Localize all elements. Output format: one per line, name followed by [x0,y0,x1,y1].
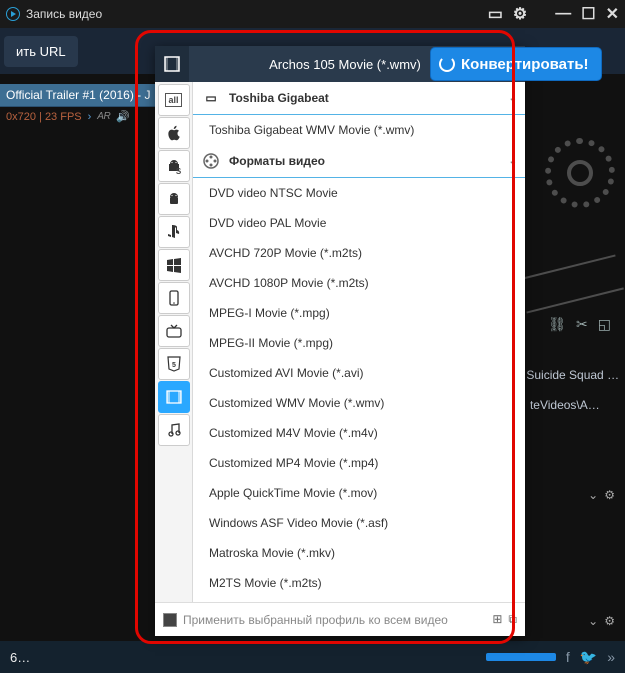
apply-all-checkbox[interactable] [163,613,177,627]
queue-item-meta: 0x720 | 23 FPS › AR 🔊 [0,107,170,126]
bg-video-label: ео [511,595,621,609]
bottom-bar: 6… f 🐦 » [0,641,625,673]
list-item[interactable]: MPEG-II Movie (*.mpg) [193,328,525,358]
tool-icon-1[interactable]: ▭ [488,4,503,24]
list-item[interactable]: M2TS Movie (*.m2ts) [193,568,525,598]
list-item[interactable]: Toshiba Gigabeat WMV Movie (*.wmv) [193,115,525,145]
facebook-icon[interactable]: f [566,649,570,665]
rail-windows-icon[interactable] [158,249,190,281]
chevron-down-icon: ⌄ [509,156,517,167]
group-toshiba[interactable]: ▭ Toshiba Gigabeat ⌄ [193,82,525,115]
cut-icon[interactable]: ✂ [576,316,588,333]
twitter-icon[interactable]: 🐦 [580,649,597,666]
bg-path-row[interactable]: 📁teVideos\A… [511,398,621,412]
list-item[interactable]: MPEG-I Movie (*.mpg) [193,298,525,328]
rail-html5-icon[interactable]: 5 [158,348,190,380]
window-titlebar: Запись видео ▭ ⚙ — ☐ ✕ [0,0,625,28]
list-item[interactable]: DVD video NTSC Movie [193,178,525,208]
apply-all-label: Применить выбранный профиль ко всем виде… [183,613,486,627]
crop-icon[interactable]: ◱ [598,316,611,333]
reel-icon [201,151,221,171]
svg-text:5: 5 [172,362,176,369]
rail-music-icon[interactable] [158,414,190,446]
device-icon: ▭ [201,88,221,108]
copy-profile-icon[interactable]: ⧉ [508,612,517,627]
list-item[interactable]: Matroska Movie (*.mkv) [193,538,525,568]
rail-apple-icon[interactable] [158,117,190,149]
background-film-art [515,120,625,340]
progress-bar [486,653,556,661]
minimize-icon[interactable]: — [555,5,571,23]
list-item[interactable]: Customized AVI Movie (*.avi) [193,358,525,388]
format-dropdown-panel: Archos 105 Movie (*.wmv) ▼ all S 5 ▭ Tos… [155,46,525,636]
list-item[interactable]: Apple QuickTime Movie (*.mov) [193,478,525,508]
queue-area: Official Trailer #1 (2016) - J 0x720 | 2… [0,84,170,126]
rail-video-icon[interactable] [158,381,190,413]
refresh-icon [439,56,455,72]
add-profile-icon[interactable]: ⊞ [492,612,502,627]
close-icon[interactable]: ✕ [606,4,619,24]
chevron-down-icon: ⌄ [509,93,517,104]
queue-item[interactable]: Official Trailer #1 (2016) - J [0,84,170,107]
list-item[interactable]: DVD video PAL Movie [193,208,525,238]
convert-button[interactable]: Конвертировать! [430,47,602,81]
list-item[interactable]: Customized M4V Movie (*.m4v) [193,418,525,448]
app-icon [6,7,20,21]
clip-tools: ⛓ ✂ ◱ [548,316,611,333]
rail-playstation-icon[interactable] [158,216,190,248]
bg-file-row[interactable]: ▣Suicide Squad … [511,368,621,382]
category-rail: all S 5 [155,82,193,602]
format-list: ▭ Toshiba Gigabeat ⌄ Toshiba Gigabeat WM… [193,82,525,602]
gear-icon: ⚙ [604,614,615,628]
list-item[interactable]: Windows ASF Video Movie (*.asf) [193,508,525,538]
more-icon[interactable]: » [607,649,615,665]
gear-icon: ⚙ [604,488,615,502]
list-item[interactable]: AVCHD 720P Movie (*.m2ts) [193,238,525,268]
film-icon [155,46,189,82]
bg-settings-row[interactable]: ⌄⚙ [588,614,615,628]
bottom-text: 6… [10,650,30,665]
bg-row: ки [511,346,621,360]
list-item[interactable]: Customized WMV Movie (*.wmv) [193,388,525,418]
list-item[interactable]: AVCHD 1080P Movie (*.m2ts) [193,268,525,298]
panel-footer: Применить выбранный профиль ко всем виде… [155,602,525,636]
list-item[interactable]: Customized MP4 Movie (*.mp4) [193,448,525,478]
group-video-formats[interactable]: Форматы видео ⌄ [193,145,525,178]
add-url-button[interactable]: ить URL [4,36,78,67]
rail-android-icon[interactable] [158,183,190,215]
rail-tv-icon[interactable] [158,315,190,347]
settings-icon[interactable]: ⚙ [513,4,527,24]
link-icon[interactable]: ⛓ [548,316,566,333]
group-label: Toshiba Gigabeat [229,91,329,105]
rail-android-s-icon[interactable]: S [158,150,190,182]
convert-label: Конвертировать! [461,56,589,73]
maximize-icon[interactable]: ☐ [581,4,595,24]
group-label: Форматы видео [229,154,325,168]
rail-phone-icon[interactable] [158,282,190,314]
bg-settings-row[interactable]: ⌄⚙ [588,488,615,502]
window-title: Запись видео [26,7,102,21]
rail-all[interactable]: all [158,84,190,116]
